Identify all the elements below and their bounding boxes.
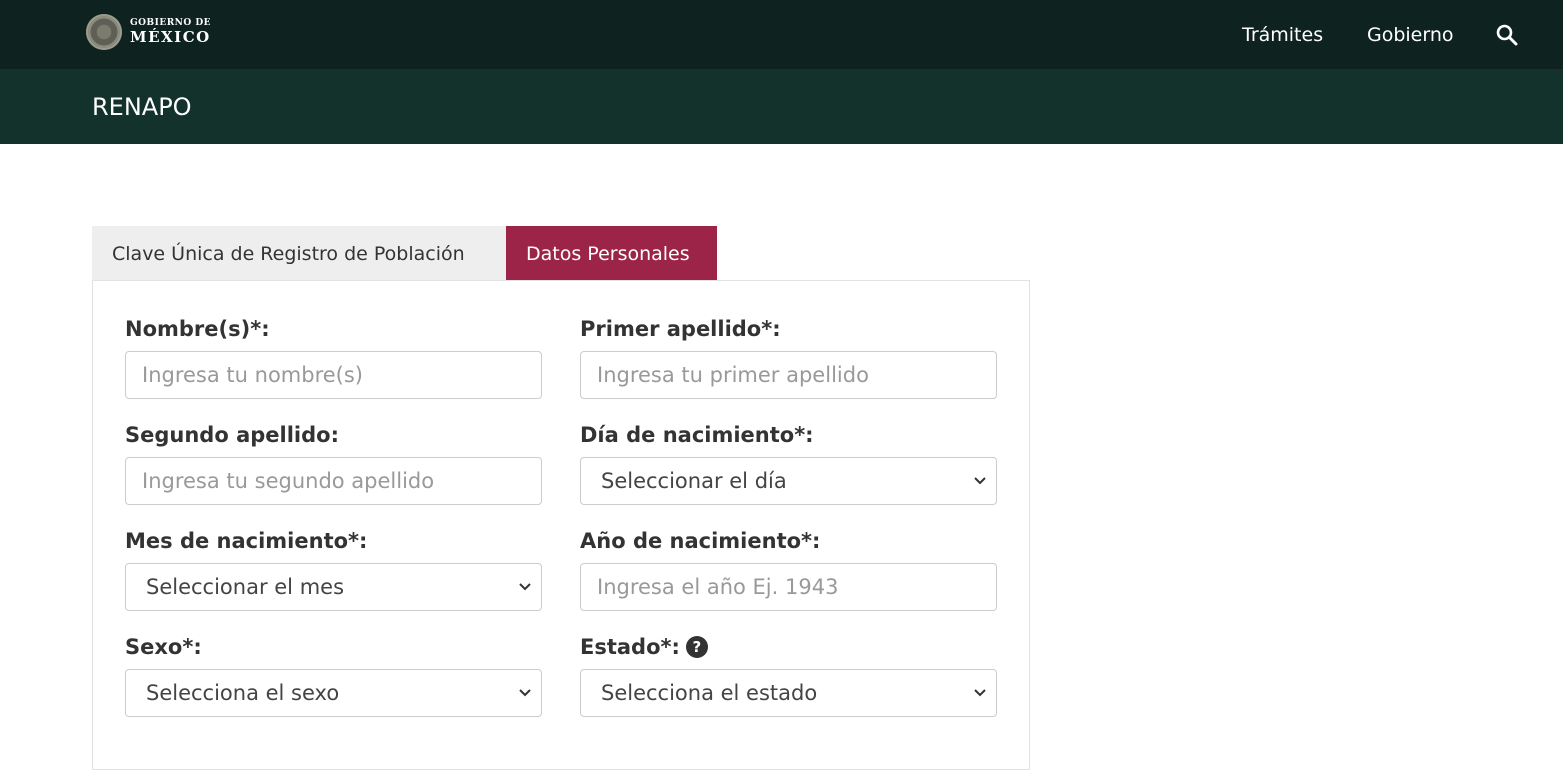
coat-of-arms-icon [86,14,122,50]
top-navbar: GOBIERNO DE MÉXICO Trámites Gobierno [0,0,1563,69]
segundo-apellido-input[interactable]: Ingresa tu segundo apellido [125,457,542,505]
sexo-value: Selecciona el sexo [146,681,340,705]
form-panel: Nombre(s)*: Ingresa tu nombre(s) Primer … [92,280,1030,770]
section-bar: RENAPO [0,69,1563,144]
estado-label: Estado*: [580,635,680,659]
primer-apellido-input[interactable]: Ingresa tu primer apellido [580,351,997,399]
chevron-down-icon [974,689,986,697]
logo-line1: GOBIERNO DE [130,18,212,28]
sexo-select[interactable]: Selecciona el sexo [125,669,542,717]
nav-link-tramites[interactable]: Trámites [1242,0,1323,69]
nombre-placeholder: Ingresa tu nombre(s) [142,363,363,387]
search-icon [1496,24,1518,45]
tab-datos-personales[interactable]: Datos Personales [506,226,717,281]
mes-nacimiento-label: Mes de nacimiento*: [125,529,368,553]
dia-nacimiento-value: Seleccionar el día [601,469,787,493]
mes-nacimiento-value: Seleccionar el mes [146,575,345,599]
chevron-down-icon [519,583,531,591]
nombre-label: Nombre(s)*: [125,317,270,341]
sexo-label: Sexo*: [125,635,202,659]
logo-text: GOBIERNO DE MÉXICO [130,19,211,45]
search-button[interactable] [1493,0,1521,69]
question-circle-icon[interactable]: ? [685,636,708,658]
estado-label-row: Estado*: ? [580,633,708,661]
primer-apellido-placeholder: Ingresa tu primer apellido [597,363,869,387]
tab-list: Clave Única de Registro de Población Dat… [92,226,717,281]
section-title: RENAPO [92,92,192,121]
dia-nacimiento-select[interactable]: Seleccionar el día [580,457,997,505]
segundo-apellido-label: Segundo apellido: [125,423,339,447]
segundo-apellido-placeholder: Ingresa tu segundo apellido [142,469,435,493]
logo-line2: MÉXICO [130,28,211,46]
anio-nacimiento-placeholder: Ingresa el año Ej. 1943 [597,575,839,599]
mes-nacimiento-select[interactable]: Seleccionar el mes [125,563,542,611]
estado-select[interactable]: Selecciona el estado [580,669,997,717]
nombre-input[interactable]: Ingresa tu nombre(s) [125,351,542,399]
tab-curp[interactable]: Clave Única de Registro de Población [92,226,506,281]
chevron-down-icon [519,689,531,697]
anio-nacimiento-input[interactable]: Ingresa el año Ej. 1943 [580,563,997,611]
dia-nacimiento-label: Día de nacimiento*: [580,423,814,447]
gobierno-de-mexico-logo[interactable]: GOBIERNO DE MÉXICO [86,13,211,51]
primer-apellido-label: Primer apellido*: [580,317,781,341]
estado-value: Selecciona el estado [601,681,818,705]
anio-nacimiento-label: Año de nacimiento*: [580,529,821,553]
nav-link-gobierno[interactable]: Gobierno [1367,0,1454,69]
chevron-down-icon [974,477,986,485]
